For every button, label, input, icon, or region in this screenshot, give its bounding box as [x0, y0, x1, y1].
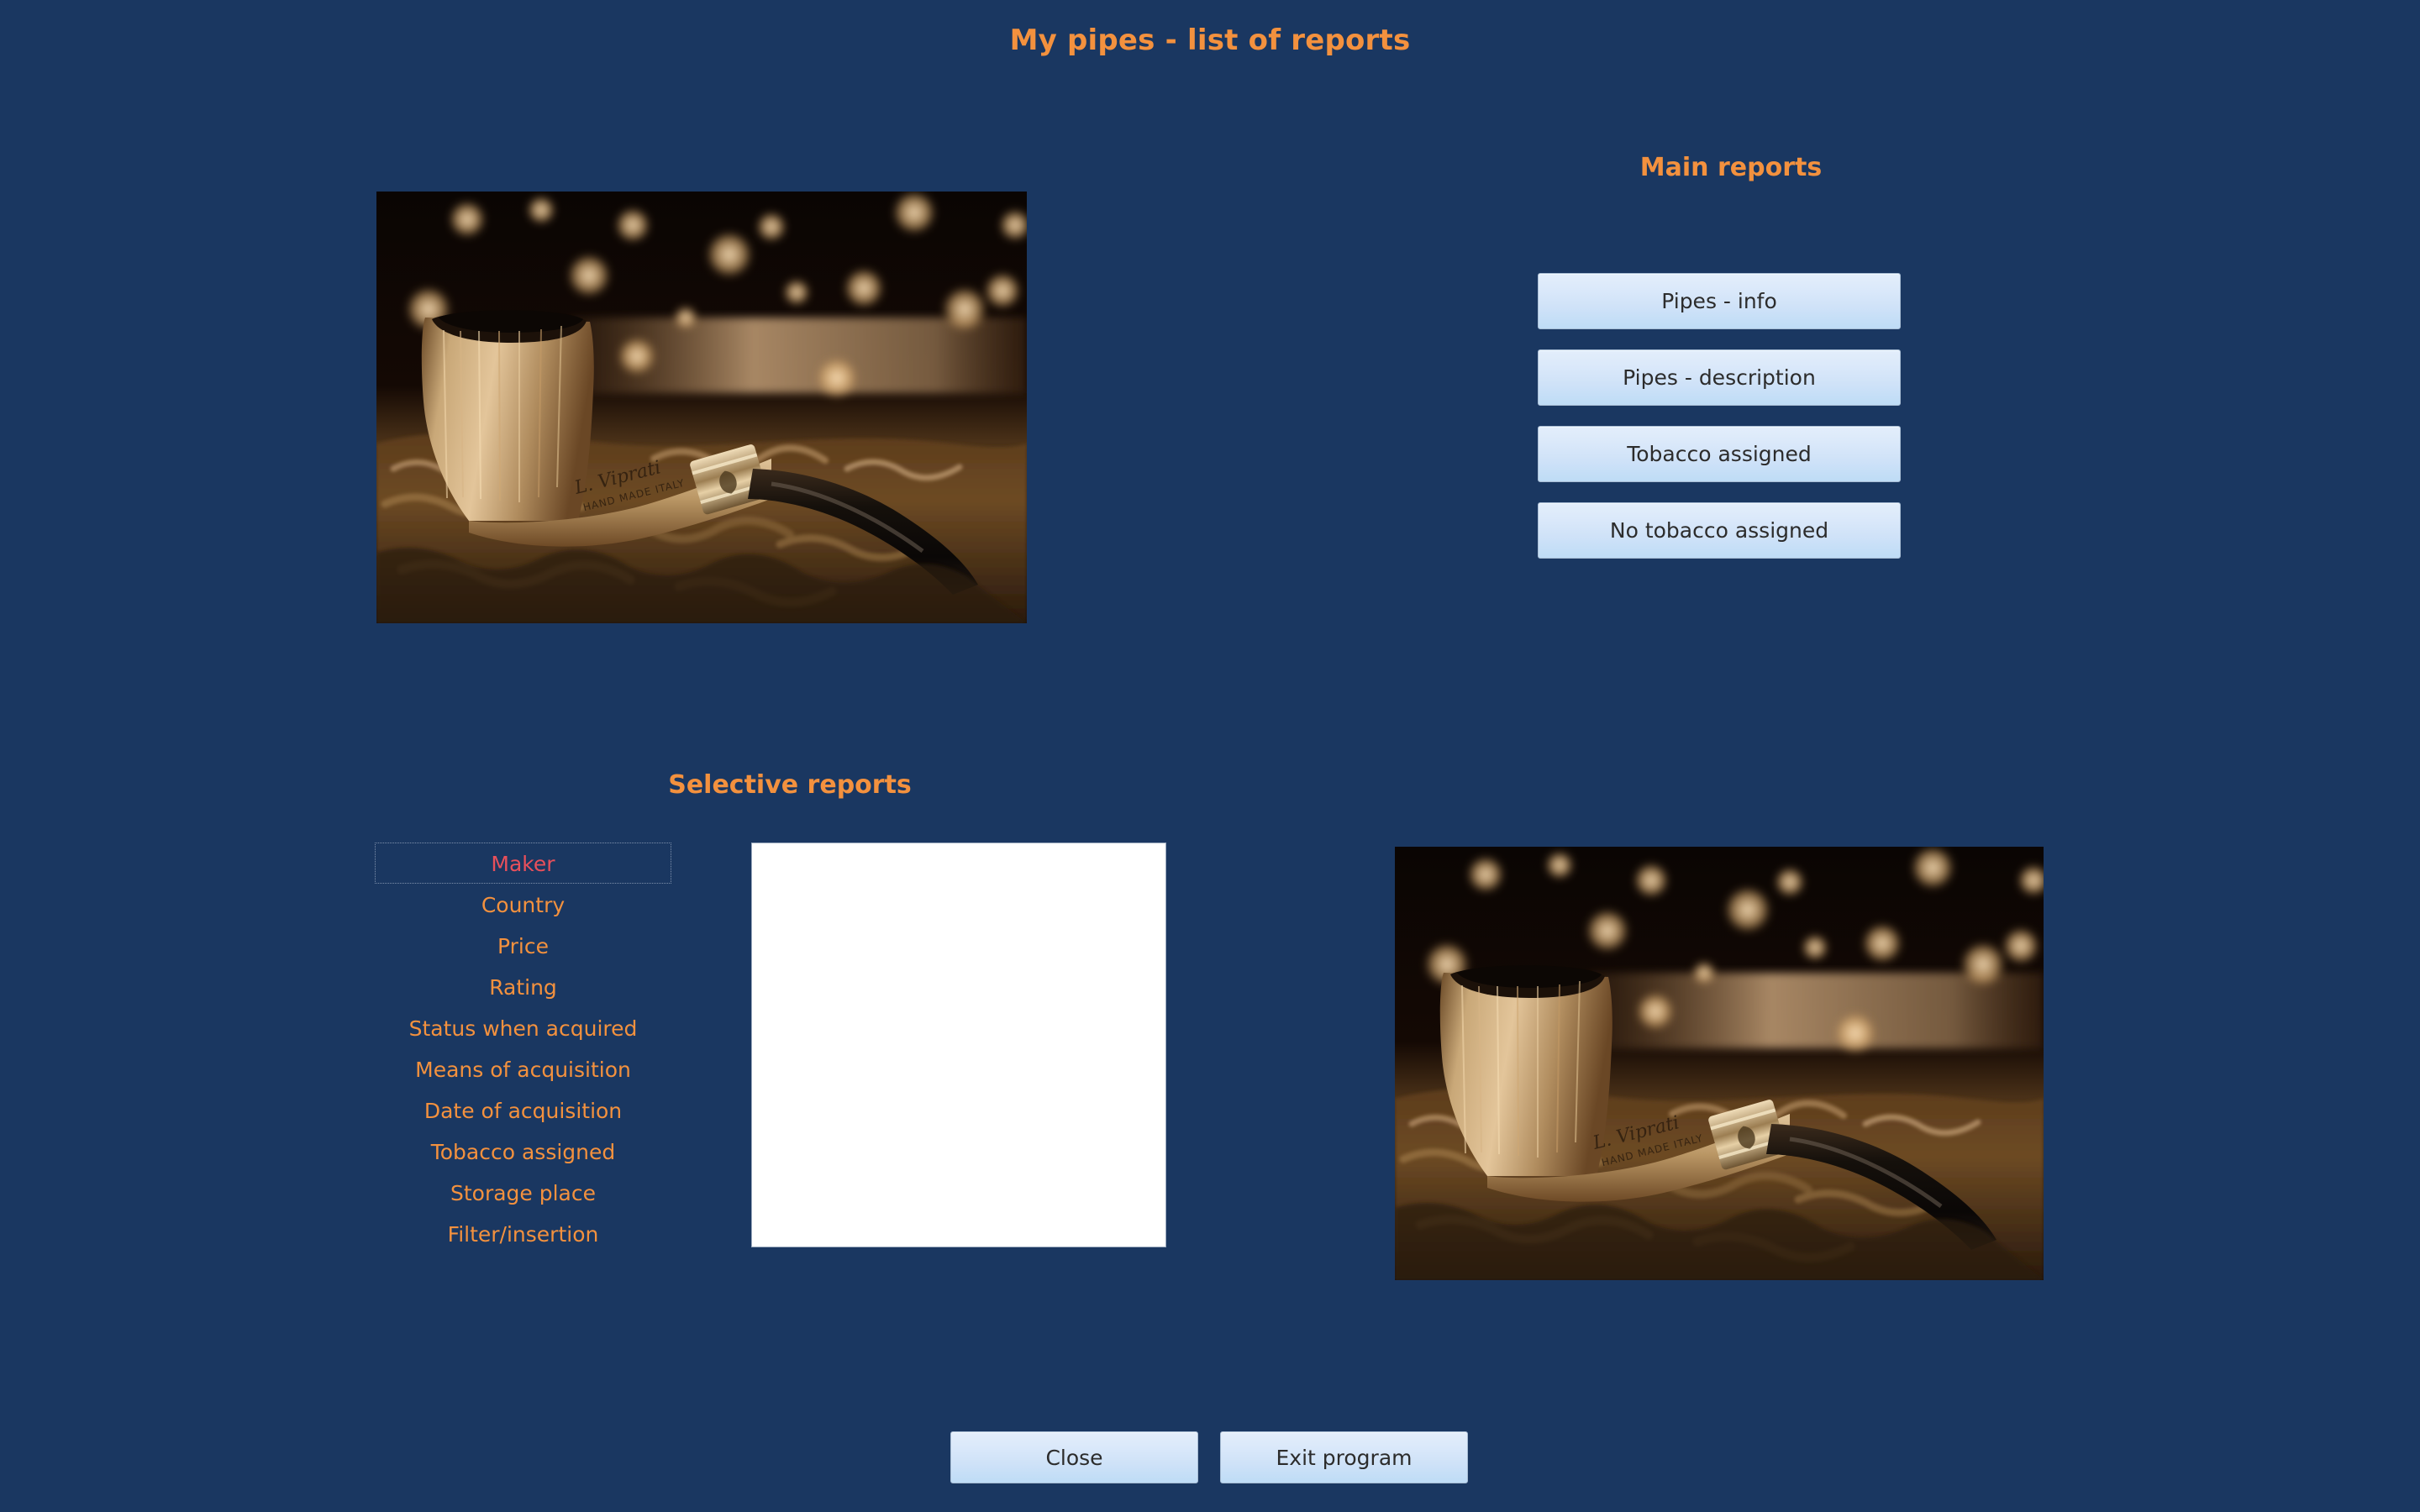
selective-reports-list[interactable]: Maker Country Price Rating Status when acqui… [375, 843, 671, 1254]
selective-report-item[interactable]: Price [375, 925, 671, 966]
exit-program-button[interactable]: Exit program [1220, 1431, 1468, 1483]
close-button[interactable]: Close [950, 1431, 1198, 1483]
pipes-description-button[interactable]: Pipes - description [1538, 349, 1901, 406]
report-preview-panel[interactable] [751, 843, 1166, 1247]
selective-report-item[interactable]: Storage place [375, 1172, 671, 1213]
pipe-photo-top: L. Viprati HAND MADE ITALY [376, 192, 1027, 623]
pipe-photo-bottom: L. Viprati HAND MADE ITALY [1395, 847, 2044, 1280]
pipe-photo-image: L. Viprati HAND MADE ITALY [1395, 847, 2044, 1280]
tobacco-assigned-button[interactable]: Tobacco assigned [1538, 426, 1901, 482]
page-title: My pipes - list of reports [1009, 24, 1411, 57]
selective-report-item[interactable]: Country [375, 884, 671, 925]
selective-report-item[interactable]: Rating [375, 966, 671, 1007]
pipes-info-button[interactable]: Pipes - info [1538, 273, 1901, 329]
selective-report-item[interactable]: Tobacco assigned [375, 1131, 671, 1172]
main-reports-heading: Main reports [1639, 153, 1823, 182]
pipe-photo-image: L. Viprati HAND MADE ITALY [376, 192, 1027, 623]
selective-report-item[interactable]: Means of acquisition [375, 1048, 671, 1089]
selective-report-item[interactable]: Filter/insertion [375, 1213, 671, 1254]
selective-reports-heading: Selective reports [668, 770, 912, 800]
no-tobacco-assigned-button[interactable]: No tobacco assigned [1538, 502, 1901, 559]
selective-report-item[interactable]: Status when acquired [375, 1007, 671, 1048]
selective-report-item[interactable]: Maker [375, 843, 671, 884]
selective-report-item[interactable]: Date of acquisition [375, 1089, 671, 1131]
